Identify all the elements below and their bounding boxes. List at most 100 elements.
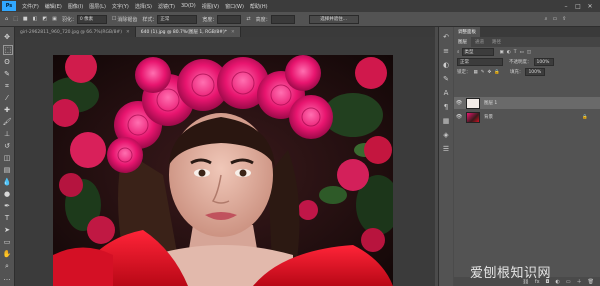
tab-adjustments[interactable]: 调整面板 (454, 27, 480, 37)
menu-file[interactable]: 文件(F) (22, 3, 39, 10)
height-input[interactable] (270, 14, 295, 24)
quick-select-tool-icon[interactable]: ✎ (3, 70, 11, 78)
home-icon[interactable]: ⌂ (5, 16, 8, 22)
eraser-tool-icon[interactable]: ◫ (3, 154, 11, 162)
blend-mode-select[interactable]: 正常 (457, 58, 503, 66)
kind-select[interactable]: 类型 (461, 48, 494, 56)
properties-icon[interactable]: ≡ (442, 47, 450, 55)
tab-channels[interactable]: 通道 (471, 37, 488, 47)
subtract-selection-icon[interactable]: ◩ (42, 16, 47, 22)
eyedropper-tool-icon[interactable]: ⁄ (3, 94, 11, 102)
menu-help[interactable]: 帮助(H) (250, 3, 268, 10)
path-select-tool-icon[interactable]: ➤ (3, 226, 11, 234)
character-icon[interactable]: A (442, 89, 450, 97)
panel-dock: ↶ ≡ ◐ ✎ A ¶ ▦ ◈ ☰ (438, 27, 453, 286)
visibility-eye-icon[interactable]: 👁 (454, 100, 464, 106)
menu-select[interactable]: 选择(S) (135, 3, 152, 10)
lock-move-icon[interactable]: ✥ (488, 70, 492, 75)
history-brush-tool-icon[interactable]: ↺ (3, 142, 11, 150)
clone-stamp-tool-icon[interactable]: ⊥ (3, 130, 11, 138)
type-tool-icon[interactable]: T (3, 214, 11, 222)
document-tabs: girl-2962811_960_720.jpg @ 66.7%(RGB/8#)… (15, 27, 435, 37)
document-tab[interactable]: girl-2962811_960_720.jpg @ 66.7%(RGB/8#)… (15, 27, 136, 37)
lock-paint-icon[interactable]: ✎ (481, 70, 485, 75)
select-and-mask-button[interactable]: 选择并遮住... (308, 14, 359, 24)
fill-input[interactable]: 100% (525, 68, 546, 76)
options-bar: ⌂ ⬚ ■ ◧ ◩ ▣ 羽化： 0 像素 ☐ 消除锯齿 样式： 正常 宽度： ⇄… (0, 12, 600, 27)
menu-view[interactable]: 视图(V) (202, 3, 219, 10)
visibility-eye-icon[interactable]: 👁 (454, 114, 464, 120)
close-icon[interactable]: ✕ (586, 2, 594, 10)
width-input[interactable] (217, 14, 242, 24)
canvas-area[interactable] (15, 37, 435, 286)
feather-label: 羽化： (61, 16, 77, 23)
new-selection-icon[interactable]: ■ (23, 16, 28, 22)
rect-marquee-tool-icon[interactable]: ⬚ (3, 45, 13, 55)
layer-comps-icon[interactable]: ◈ (442, 131, 450, 139)
channels-icon[interactable]: ☰ (442, 145, 450, 153)
add-selection-icon[interactable]: ◧ (33, 16, 38, 22)
crop-tool-icon[interactable]: ⌗ (3, 82, 11, 90)
more-tools-icon[interactable]: … (3, 274, 11, 282)
layer-name[interactable]: 图层 1 (484, 100, 497, 106)
menu-layer[interactable]: 图层(L) (89, 3, 106, 10)
intersect-selection-icon[interactable]: ▣ (52, 16, 57, 22)
dodge-tool-icon[interactable]: ● (3, 190, 11, 198)
minimize-icon[interactable]: – (562, 2, 570, 10)
menu-edit[interactable]: 编辑(E) (45, 3, 62, 10)
share-icon[interactable]: ⇪ (562, 16, 566, 22)
filter-type-icon[interactable]: T (514, 50, 517, 55)
feather-input[interactable]: 0 像素 (76, 14, 107, 24)
close-tab-icon[interactable]: ✕ (126, 30, 130, 35)
style-select[interactable]: 正常 (157, 14, 198, 24)
hand-tool-icon[interactable]: ✋ (3, 250, 12, 258)
adjustments-icon[interactable]: ◐ (442, 61, 450, 69)
search-icon[interactable]: ⌕ (545, 16, 548, 22)
delete-layer-icon[interactable]: 🗑 (588, 279, 594, 285)
rectangle-tool-icon[interactable]: ▭ (3, 238, 11, 246)
gradient-tool-icon[interactable]: ▤ (3, 166, 11, 174)
lasso-tool-icon[interactable]: ʘ (3, 58, 11, 66)
menu-window[interactable]: 窗口(W) (225, 3, 244, 10)
antialias-checkbox[interactable]: ☐ (112, 16, 116, 22)
layer-row[interactable]: 👁 图层 1 (454, 97, 600, 109)
blur-tool-icon[interactable]: 💧 (3, 178, 12, 186)
new-adjustment-icon[interactable]: ◐ (556, 279, 560, 285)
filter-pixel-icon[interactable]: ▣ (500, 50, 504, 55)
document-image[interactable] (53, 55, 393, 286)
new-layer-icon[interactable]: ＋ (577, 278, 582, 285)
healing-brush-tool-icon[interactable]: ✚ (3, 106, 11, 114)
filter-search-icon: ⌕ (457, 50, 460, 55)
lock-all-icon[interactable]: 🔒 (494, 70, 500, 75)
filter-shape-icon[interactable]: ▭ (519, 50, 523, 55)
layer-name[interactable]: 背景 (484, 114, 493, 120)
history-icon[interactable]: ↶ (442, 33, 450, 41)
document-tab-active[interactable]: 640 (1).jpg @ 80.7%(图层 1, RGB/8#)* ✕ (135, 27, 241, 37)
layers-panel: 调整面板 图层 通道 路径 ⌕ 类型 ▣ ◐ T ▭ ◫ 正常 不透明度： 10… (454, 27, 600, 286)
tab-layers[interactable]: 图层 (454, 37, 471, 47)
libraries-icon[interactable]: ▦ (442, 117, 450, 125)
paragraph-icon[interactable]: ¶ (442, 103, 450, 111)
menu-filter[interactable]: 滤镜(T) (158, 3, 175, 10)
brush-tool-icon[interactable]: 🖌 (3, 118, 12, 126)
pen-tool-icon[interactable]: ✒ (3, 202, 11, 210)
brush-settings-icon[interactable]: ✎ (442, 75, 450, 83)
move-tool-icon[interactable]: ✥ (3, 33, 11, 41)
close-tab-icon[interactable]: ✕ (231, 30, 235, 35)
opacity-input[interactable]: 100% (533, 58, 554, 66)
zoom-tool-icon[interactable]: ⌕ (3, 262, 11, 270)
menu-3d[interactable]: 3D(D) (181, 3, 196, 9)
tab-paths[interactable]: 路径 (488, 37, 505, 47)
maximize-icon[interactable]: □ (574, 2, 582, 10)
filter-adjust-icon[interactable]: ◐ (507, 50, 511, 55)
filter-smart-icon[interactable]: ◫ (527, 50, 531, 55)
lock-pixels-icon[interactable]: ▦ (474, 70, 478, 75)
workspace-icon[interactable]: ▭ (552, 16, 557, 22)
marquee-tool-icon[interactable]: ⬚ (13, 16, 18, 22)
menu-image[interactable]: 图像(I) (68, 3, 83, 10)
filter-row: ⌕ 类型 ▣ ◐ T ▭ ◫ (454, 47, 600, 57)
swap-icon[interactable]: ⇄ (246, 16, 250, 22)
new-group-icon[interactable]: ▭ (566, 279, 571, 285)
layer-row[interactable]: 👁 背景 🔒 (454, 111, 600, 123)
menu-type[interactable]: 文字(Y) (112, 3, 129, 10)
